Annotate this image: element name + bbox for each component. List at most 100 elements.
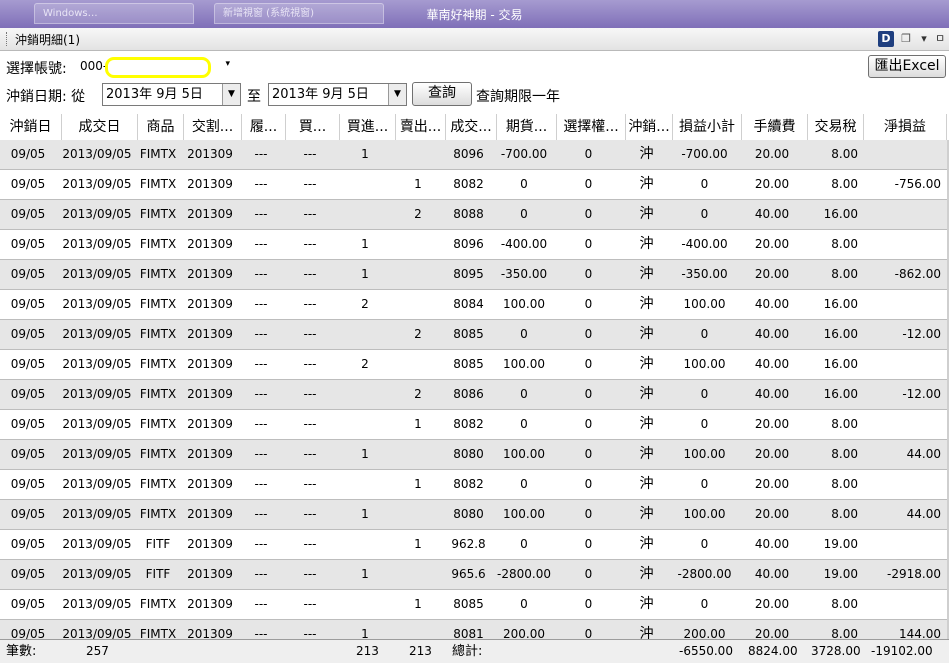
col-offset-cell: 沖 [639, 596, 654, 612]
col-buy-qty-cell [340, 380, 390, 409]
table-row[interactable]: 09/05 2013/09/05 FIMTX 201309 --- --- 2 8086 0 0 沖… [0, 380, 947, 410]
date-from-value: 2013年 9月 5日 [106, 87, 203, 102]
col-fut-pl-cell: 100.00 [503, 507, 545, 521]
header-col-product[interactable]: 商品 [138, 114, 184, 140]
pin-icon[interactable]: ㅁ [934, 31, 946, 47]
header-col-settle[interactable]: 交割... [184, 114, 242, 140]
col-opt-pl-cell: 0 [584, 267, 593, 281]
header-col-fee[interactable]: 手續費 [742, 114, 808, 140]
table-row[interactable]: 09/05 2013/09/05 FIMTX 201309 --- --- 1 8080 100… [0, 500, 947, 530]
calendar-dropdown-icon[interactable]: ▼ [388, 84, 406, 105]
header-col-buy-qty[interactable]: 買進... [340, 114, 396, 140]
d-badge-icon[interactable]: D [878, 31, 894, 47]
chevron-down-icon[interactable]: ▾ [225, 59, 230, 69]
col-trade-date-cell: 2013/09/05 [62, 417, 132, 431]
table-row[interactable]: 09/05 2013/09/05 FIMTX 201309 --- --- 2 8084 100… [0, 290, 947, 320]
col-product-cell: FIMTX [139, 387, 177, 401]
table-row[interactable]: 09/05 2013/09/05 FIMTX 201309 --- --- 1 8085 0 0 沖… [0, 590, 947, 620]
table-row[interactable]: 09/05 2013/09/05 FITF 201309 --- --- 1 965.6 -28… [0, 560, 947, 590]
table-row[interactable]: 09/05 2013/09/05 FIMTX 201309 --- --- 2 8085 100… [0, 350, 947, 380]
table-row[interactable]: 09/05 2013/09/05 FIMTX 201309 --- --- 2 8088 0 0 沖… [0, 200, 947, 230]
col-strike-cell: --- [254, 297, 268, 311]
table-row[interactable]: 09/05 2013/09/05 FIMTX 201309 --- --- 1 8082 0 0 沖… [0, 470, 947, 500]
col-sell-qty-cell [396, 350, 440, 379]
header-col-cp[interactable]: 買... [286, 114, 340, 140]
col-product-cell: FIMTX [139, 267, 177, 281]
col-trade-date-cell: 2013/09/05 [62, 477, 132, 491]
col-trade-date-cell: 2013/09/05 [62, 357, 132, 371]
table-row[interactable]: 09/05 2013/09/05 FITF 201309 --- --- 1 962.8 0 0 沖… [0, 530, 947, 560]
col-pl-subtotal-cell: -350.00 [681, 267, 728, 281]
col-price-cell: 8096 [453, 147, 484, 161]
col-price-cell: 8096 [453, 237, 484, 251]
header-col-trade-date[interactable]: 成交日 [62, 114, 138, 140]
col-close-date-cell: 09/05 [10, 327, 46, 341]
header-col-sell-qty[interactable]: 賣出... [396, 114, 446, 140]
header-col-pl-subtotal[interactable]: 損益小計 [673, 114, 742, 140]
col-fee-cell: 20.00 [754, 267, 790, 281]
col-fee-cell: 20.00 [754, 147, 790, 161]
col-sell-qty-cell: 2 [414, 387, 422, 401]
date-from-picker[interactable]: 2013年 9月 5日 ▼ [102, 83, 241, 106]
col-tax-cell: 8.00 [831, 447, 858, 461]
table-row[interactable]: 09/05 2013/09/05 FIMTX 201309 --- --- 1 8095 -35… [0, 260, 947, 290]
col-net-pl-cell [864, 470, 941, 499]
header-col-opt-pl[interactable]: 選擇權... [557, 114, 626, 140]
header-col-close-date[interactable]: 沖銷日 [0, 114, 62, 140]
window-icon[interactable]: ❐ [898, 31, 914, 47]
col-tax-cell: 16.00 [823, 297, 858, 311]
col-cp-cell: --- [303, 267, 317, 281]
table-row[interactable]: 09/05 2013/09/05 FIMTX 201309 --- --- 1 8082 0 0 沖… [0, 410, 947, 440]
dropdown-icon[interactable]: ▾ [918, 31, 930, 47]
col-tax-cell: 16.00 [823, 327, 858, 341]
col-cp-cell: --- [303, 567, 317, 581]
table-row[interactable]: 09/05 2013/09/05 FIMTX 201309 --- --- 2 8085 0 0 沖… [0, 320, 947, 350]
col-sell-qty-cell [396, 260, 440, 289]
col-sell-qty-cell: 1 [414, 177, 422, 191]
export-excel-button[interactable]: 匯出Excel [868, 55, 946, 78]
col-sell-qty-cell [396, 500, 440, 529]
col-buy-qty-cell [340, 170, 390, 199]
col-price-cell: 8085 [453, 357, 484, 371]
account-highlight [105, 57, 211, 78]
header-col-tax[interactable]: 交易稅 [808, 114, 864, 140]
col-product-cell: FIMTX [139, 297, 177, 311]
sell-total: 213 [409, 644, 432, 658]
header-col-price[interactable]: 成交... [446, 114, 497, 140]
col-opt-pl-cell: 0 [584, 537, 593, 551]
col-product-cell: FIMTX [139, 597, 177, 611]
col-net-pl-cell [864, 140, 941, 169]
col-buy-qty-cell [340, 530, 390, 559]
col-net-pl-cell [864, 590, 941, 619]
col-close-date-cell: 09/05 [10, 297, 46, 311]
col-pl-subtotal-cell: -2800.00 [677, 567, 732, 581]
col-offset-cell: 沖 [639, 356, 654, 372]
col-settle-cell: 201309 [187, 297, 233, 311]
calendar-dropdown-icon[interactable]: ▼ [222, 84, 240, 105]
table-row[interactable]: 09/05 2013/09/05 FIMTX 201309 --- --- 1 8082 0 0 沖… [0, 170, 947, 200]
table-row[interactable]: 09/05 2013/09/05 FIMTX 201309 --- --- 1 8096 -40… [0, 230, 947, 260]
col-cp-cell: --- [303, 297, 317, 311]
header-col-fut-pl[interactable]: 期貨... [497, 114, 557, 140]
grip-handle[interactable] [6, 32, 9, 46]
col-tax-cell: 16.00 [823, 387, 858, 401]
col-buy-qty-cell: 1 [361, 147, 369, 161]
col-price-cell: 8082 [453, 477, 484, 491]
col-buy-qty-cell [340, 470, 390, 499]
query-button[interactable]: 查詢 [412, 82, 472, 106]
header-col-net-pl[interactable]: 淨損益 [864, 114, 947, 140]
col-fut-pl-cell: 0 [520, 597, 528, 611]
col-offset-cell: 沖 [639, 446, 654, 462]
header-col-offset[interactable]: 沖銷... [626, 114, 673, 140]
col-trade-date-cell: 2013/09/05 [62, 207, 132, 221]
table-row[interactable]: 09/05 2013/09/05 FIMTX 201309 --- --- 1 8096 -70… [0, 140, 947, 170]
col-sell-qty-cell: 1 [414, 537, 422, 551]
col-fee-cell: 40.00 [754, 567, 790, 581]
table-row[interactable]: 09/05 2013/09/05 FIMTX 201309 --- --- 1 8080 100… [0, 440, 947, 470]
col-trade-date-cell: 2013/09/05 [62, 267, 132, 281]
col-opt-pl-cell: 0 [584, 507, 593, 521]
account-select[interactable]: 000- ▾ [77, 56, 232, 78]
date-to-picker[interactable]: 2013年 9月 5日 ▼ [268, 83, 407, 106]
header-col-strike[interactable]: 履... [242, 114, 286, 140]
col-buy-qty-cell [340, 410, 390, 439]
